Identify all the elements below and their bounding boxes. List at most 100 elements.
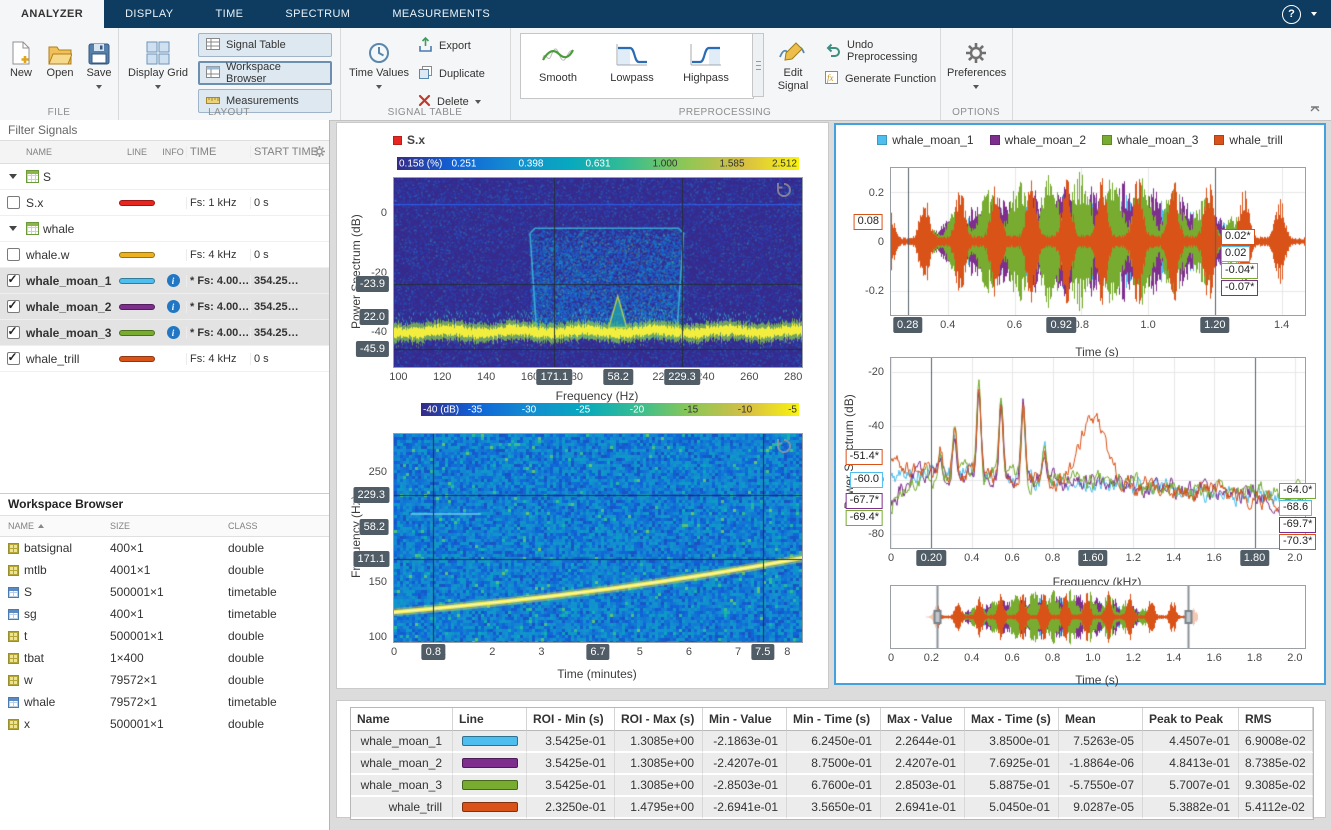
toolstrip-tab[interactable]: ANALYZER	[0, 0, 104, 28]
signal-value-box[interactable]: -60.0	[850, 472, 883, 488]
y-cursor-delta-label[interactable]: 22.0	[360, 309, 389, 325]
signal-visibility-checkbox[interactable]	[7, 326, 20, 339]
toolstrip-tab[interactable]: DISPLAY	[104, 0, 194, 28]
line-swatch[interactable]	[119, 200, 155, 206]
x-cursor-label[interactable]: 0.28	[893, 317, 922, 333]
ws-col-class[interactable]: CLASS	[228, 521, 329, 531]
time-plot[interactable]: 0.40.60.81.01.21.40.20-0.20.280.921.200.…	[890, 167, 1306, 316]
measurements-column-header[interactable]: Line	[453, 708, 527, 731]
x-cursor-delta-label[interactable]: 1.60	[1078, 550, 1107, 566]
help-icon[interactable]: ?	[1282, 5, 1301, 24]
workspace-row[interactable]: tbat 1×400 double	[0, 647, 329, 669]
signal-row[interactable]: whale_trill Fs: 4 kHz 0 s	[0, 346, 329, 372]
measurements-column-header[interactable]: Min - Value	[703, 708, 787, 731]
x-cursor-label[interactable]: 7.5	[751, 644, 774, 660]
toolstrip-tab[interactable]: SPECTRUM	[264, 0, 371, 28]
delete-caret[interactable]	[475, 100, 481, 104]
col-name[interactable]: NAME	[26, 147, 114, 157]
spectrogram-plot[interactable]: 0123456782502001501000.86.77.5229.358.21…	[393, 433, 803, 643]
preferences-button[interactable]: Preferences	[947, 33, 1005, 92]
x-cursor-delta-label[interactable]: 6.7	[586, 644, 609, 660]
open-button[interactable]: Open	[41, 33, 79, 80]
workspace-row[interactable]: sg 400×1 timetable	[0, 603, 329, 625]
x-cursor-label[interactable]: 171.1	[537, 369, 573, 385]
x-cursor-delta-label[interactable]: 0.92	[1047, 317, 1076, 333]
spectrum-plot-canvas[interactable]	[891, 358, 1305, 548]
panner-canvas[interactable]	[891, 586, 1305, 648]
legend-item[interactable]: whale_moan_2	[990, 133, 1086, 147]
measurements-column-header[interactable]: Max - Value	[881, 708, 965, 731]
smooth-button[interactable]: Smooth	[521, 34, 595, 98]
workspace-row[interactable]: w 79572×1 double	[0, 669, 329, 691]
edit-signal-button[interactable]: Edit Signal	[770, 33, 816, 93]
y-cursor-label[interactable]: -23.9	[356, 276, 389, 292]
reset-view-icon[interactable]	[775, 437, 793, 458]
signal-value-box[interactable]: -67.7*	[846, 493, 883, 509]
signal-row[interactable]: whale	[0, 216, 329, 242]
save-dropdown-caret[interactable]	[96, 85, 102, 89]
display-grid-button[interactable]: Display Grid	[128, 33, 188, 92]
signal-value-box[interactable]: -51.4*	[846, 449, 883, 465]
table-settings-gear-icon[interactable]	[313, 145, 326, 160]
measurements-column-header[interactable]: Mean	[1059, 708, 1143, 731]
measurement-row[interactable]: whale_moan_1 3.5425e-01 1.3085e+00 -2.18…	[351, 731, 1313, 753]
workspace-row[interactable]: batsignal 400×1 double	[0, 537, 329, 559]
workspace-row[interactable]: S 500001×1 timetable	[0, 581, 329, 603]
collapse-ribbon-icon[interactable]	[1309, 102, 1321, 116]
signal-value-box[interactable]: 0.02*	[1221, 229, 1255, 245]
y-cursor-label[interactable]: 171.1	[353, 551, 389, 567]
ws-col-size[interactable]: SIZE	[110, 521, 228, 531]
col-time[interactable]: TIME	[186, 146, 250, 158]
workspace-row[interactable]: x 500001×1 double	[0, 713, 329, 735]
signal-row[interactable]: whale_moan_1 i * Fs: 4.00… 354.25…	[0, 268, 329, 294]
info-icon[interactable]: i	[167, 274, 180, 287]
highpass-button[interactable]: Highpass	[669, 34, 743, 98]
generate-function-button[interactable]: fx Generate Function	[824, 68, 936, 90]
line-swatch[interactable]	[119, 304, 155, 310]
new-button[interactable]: New	[2, 33, 40, 80]
measurement-row[interactable]: whale_moan_2 3.5425e-01 1.3085e+00 -2.42…	[351, 753, 1313, 775]
x-cursor-label[interactable]: 0.8	[422, 644, 445, 660]
duplicate-button[interactable]: Duplicate	[418, 63, 485, 85]
x-cursor-label[interactable]: 229.3	[664, 369, 700, 385]
signal-visibility-checkbox[interactable]	[7, 196, 20, 209]
signal-value-box[interactable]: -0.07*	[1221, 280, 1258, 296]
signal-value-box[interactable]: -69.7*	[1279, 517, 1316, 533]
x-cursor-label[interactable]: 1.80	[1240, 550, 1269, 566]
ws-col-name[interactable]: NAME	[0, 521, 110, 531]
line-swatch[interactable]	[119, 356, 155, 362]
toggle-workspace-browser[interactable]: Workspace Browser	[198, 61, 332, 85]
expand-arrow-icon[interactable]	[9, 226, 17, 231]
signal-row[interactable]: S.x Fs: 1 kHz 0 s	[0, 190, 329, 216]
signal-row[interactable]: S	[0, 164, 329, 190]
signal-visibility-checkbox[interactable]	[7, 352, 20, 365]
signal-value-box[interactable]: 0.02	[1221, 246, 1250, 262]
y-cursor-delta-label[interactable]: 58.2	[360, 519, 389, 535]
measurement-row[interactable]: whale_trill 2.3250e-01 1.4795e+00 -2.694…	[351, 797, 1313, 819]
col-line[interactable]: LINE	[114, 147, 160, 157]
panner[interactable]: 00.20.40.60.81.01.21.41.61.82.0	[890, 585, 1306, 649]
toolstrip-tab[interactable]: MEASUREMENTS	[371, 0, 511, 28]
measurement-row[interactable]: whale_moan_3 3.5425e-01 1.3085e+00 -2.85…	[351, 775, 1313, 797]
x-cursor-label[interactable]: 1.20	[1200, 317, 1229, 333]
signal-visibility-checkbox[interactable]	[7, 300, 20, 313]
toggle-signal-table[interactable]: Signal Table	[198, 33, 332, 57]
measurements-column-header[interactable]: Peak to Peak	[1143, 708, 1239, 731]
gallery-scroll-strip[interactable]	[752, 33, 764, 97]
time-values-caret[interactable]	[376, 85, 382, 89]
measurements-column-header[interactable]: RMS	[1239, 708, 1313, 731]
x-cursor-delta-label[interactable]: 58.2	[603, 369, 632, 385]
legend[interactable]: S.x	[393, 133, 425, 147]
signal-value-box[interactable]: -68.6	[1279, 500, 1312, 516]
measurements-column-header[interactable]: ROI - Min (s)	[527, 708, 615, 731]
toolstrip-tab[interactable]: TIME	[195, 0, 265, 28]
spectrogram-canvas[interactable]	[394, 434, 802, 642]
chevron-down-icon[interactable]	[1311, 12, 1317, 16]
col-start-time[interactable]: START TIME	[250, 146, 320, 158]
persistence-spectrum-plot[interactable]: 1001201401601802002202402602800-20-40171…	[393, 177, 803, 368]
line-swatch[interactable]	[119, 278, 155, 284]
legend-item[interactable]: whale_moan_3	[1102, 133, 1198, 147]
lowpass-button[interactable]: Lowpass	[595, 34, 669, 98]
display-grid-caret[interactable]	[155, 85, 161, 89]
signal-value-box[interactable]: -0.04*	[1221, 263, 1258, 279]
